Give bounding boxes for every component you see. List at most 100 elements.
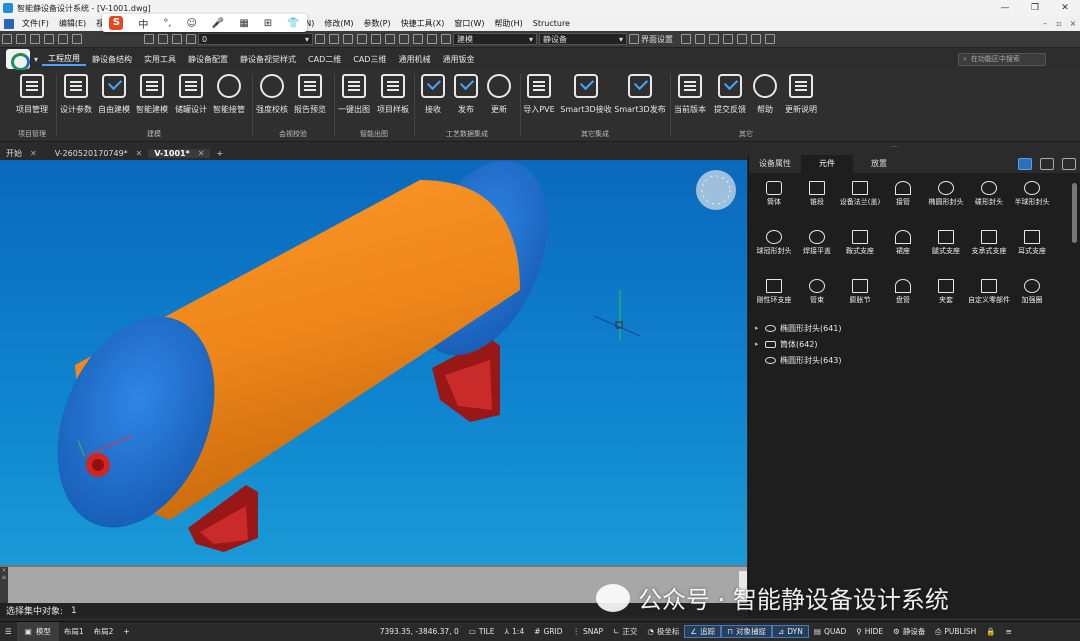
view-iso-icon[interactable] <box>723 34 733 44</box>
component-jacket[interactable]: 夹套 <box>924 279 968 305</box>
component-coil[interactable]: 盘管 <box>881 279 925 305</box>
tab-cad-3d[interactable]: CAD三维 <box>347 54 392 65</box>
tab-general-mech[interactable]: 通用机械 <box>392 54 436 65</box>
tab-visual-style[interactable]: 静设备视觉样式 <box>234 54 302 65</box>
new-tab-button[interactable]: + <box>210 149 229 158</box>
component-cylinder[interactable]: 筒体 <box>752 181 796 207</box>
menu-structure[interactable]: Structure <box>528 19 575 28</box>
view-3d-icon[interactable] <box>737 34 747 44</box>
menu-quick-tools[interactable]: 快捷工具(X) <box>396 18 450 29</box>
doc-minimize-icon[interactable]: – <box>1038 19 1052 28</box>
tab-sheet-metal[interactable]: 通用钣金 <box>436 54 480 65</box>
plot-icon[interactable] <box>72 34 82 44</box>
tab-equipment-structure[interactable]: 静设备结构 <box>86 54 138 65</box>
component-welded-flat-cover[interactable]: 焊接平盖 <box>795 230 839 256</box>
workspace-select[interactable]: ⚙ 静设备 <box>888 626 930 637</box>
ime-grid-icon[interactable]: ⊞ <box>264 18 272 29</box>
layer-prop-icon[interactable] <box>329 34 339 44</box>
ime-voice-icon[interactable]: 🎤 <box>212 18 224 29</box>
menu-file[interactable]: 文件(F) <box>17 18 54 29</box>
customize-icon[interactable]: ≡ <box>1001 627 1017 636</box>
view-cube-icon[interactable] <box>695 34 705 44</box>
expand-icon[interactable]: ▸ <box>755 324 765 332</box>
component-ring-support[interactable]: 刚性环支座 <box>752 279 796 305</box>
component-nozzle[interactable]: 接管 <box>881 181 925 207</box>
component-skirt[interactable]: 裙座 <box>881 230 925 256</box>
open-file-icon[interactable] <box>16 34 26 44</box>
ui-settings-button[interactable]: 界面设置 <box>641 34 673 45</box>
save-icon[interactable] <box>30 34 40 44</box>
tab-cad-2d[interactable]: CAD二维 <box>302 54 347 65</box>
panel-drag-handle[interactable]: ···· <box>890 143 920 151</box>
tab-components[interactable]: 元件 <box>801 155 853 173</box>
grid-toggle[interactable]: # GRID <box>529 627 567 636</box>
ime-logo-icon[interactable]: S <box>109 16 124 30</box>
quad-toggle[interactable]: ▤ QUAD <box>809 627 851 636</box>
layer-iso-icon[interactable] <box>343 34 353 44</box>
view-box-icon[interactable] <box>709 34 719 44</box>
ime-skin-icon[interactable]: 👕 <box>287 18 299 29</box>
sort-icon[interactable] <box>1040 158 1054 170</box>
doc-tab-v1001[interactable]: V-1001* ✕ <box>148 149 211 158</box>
snap-toggle[interactable]: ⋮ SNAP <box>568 627 609 636</box>
layer-select[interactable]: 0 ▾ <box>198 33 313 45</box>
layer-off-icon[interactable] <box>357 34 367 44</box>
component-dished-head[interactable]: 碟形封头 <box>967 181 1011 207</box>
expand-icon[interactable]: ▸ <box>755 340 765 348</box>
osnap-toggle[interactable]: ⊓ 对象捕捉 <box>721 625 772 638</box>
mode-select[interactable]: 建模 ▾ <box>453 33 537 45</box>
help-circle-icon[interactable] <box>681 34 691 44</box>
polar-toggle[interactable]: ◔ 极坐标 <box>642 626 684 637</box>
product-logo-icon[interactable] <box>6 49 30 71</box>
tab-engineering[interactable]: 工程应用 <box>42 53 87 66</box>
tree-node[interactable]: ▸ 筒体(642) <box>749 336 1065 352</box>
component-elliptical-head[interactable]: 椭圆形封头 <box>924 181 968 207</box>
component-tube-bundle[interactable]: 管束 <box>795 279 839 305</box>
tab-placement[interactable]: 放置 <box>853 155 905 173</box>
tile-toggle[interactable]: ▭ TILE <box>464 627 500 636</box>
list-view-icon[interactable] <box>1018 158 1032 170</box>
ime-keyboard-icon[interactable]: ▦ <box>239 18 248 29</box>
layer-freeze-icon[interactable] <box>371 34 381 44</box>
add-layout-button[interactable]: + <box>118 627 134 636</box>
redo-icon[interactable] <box>158 34 168 44</box>
close-icon[interactable]: ✕ <box>136 149 143 158</box>
status-menu-icon[interactable]: ☰ <box>0 627 17 636</box>
doc-close-icon[interactable]: × <box>1066 19 1080 28</box>
print-icon[interactable] <box>58 34 68 44</box>
tree-node[interactable]: 椭圆形封头(643) <box>749 352 1065 368</box>
menu-modify[interactable]: 修改(M) <box>319 18 358 29</box>
hide-toggle[interactable]: ⚲ HIDE <box>851 627 888 636</box>
new-file-icon[interactable] <box>2 34 12 44</box>
command-panel-grip[interactable]: × ≡ <box>0 567 8 605</box>
component-saddle-support[interactable]: 鞍式支座 <box>838 230 882 256</box>
doc-restore-icon[interactable]: ▫ <box>1052 19 1066 28</box>
component-stiffening-ring[interactable]: 加强圈 <box>1010 279 1054 305</box>
menu-help[interactable]: 帮助(H) <box>490 18 528 29</box>
match-prop-icon[interactable] <box>315 34 325 44</box>
component-lug-support[interactable]: 耳式支座 <box>1010 230 1054 256</box>
close-icon[interactable]: ✕ <box>198 149 205 158</box>
component-spherical-cap-head[interactable]: 球冠形封头 <box>752 230 796 256</box>
chart-icon[interactable] <box>413 34 423 44</box>
save-as-icon[interactable] <box>44 34 54 44</box>
component-bearing-support[interactable]: 支承式支座 <box>967 230 1011 256</box>
component-hemispherical-head[interactable]: 半球形封头 <box>1010 181 1054 207</box>
layout-tab-layout2[interactable]: 布局2 <box>89 626 119 637</box>
model-viewport[interactable] <box>0 160 747 565</box>
maximize-button[interactable]: ❐ <box>1020 3 1050 13</box>
minimize-button[interactable]: — <box>990 3 1020 13</box>
render-icon[interactable] <box>751 34 761 44</box>
edit-icon[interactable] <box>1062 158 1076 170</box>
ribbon-search-input[interactable]: ⌕ 在功能区中搜索 <box>958 52 1046 66</box>
doc-tab-start[interactable]: 开始 ✕ <box>0 148 43 159</box>
layer-bulb-icon[interactable] <box>172 34 182 44</box>
layout-tab-layout1[interactable]: 布局1 <box>59 626 89 637</box>
publish-toggle[interactable]: ⎙ PUBLISH <box>930 627 981 637</box>
swap-icon[interactable] <box>427 34 437 44</box>
lock-icon[interactable]: 🔒 <box>981 627 1000 636</box>
scale-select[interactable]: ⅄ 1:4 <box>500 627 530 636</box>
component-leg-support[interactable]: 腿式支座 <box>924 230 968 256</box>
ime-chinese-toggle[interactable]: 中 <box>138 16 148 31</box>
layout-tab-model[interactable]: ▣ 模型 <box>16 621 59 641</box>
